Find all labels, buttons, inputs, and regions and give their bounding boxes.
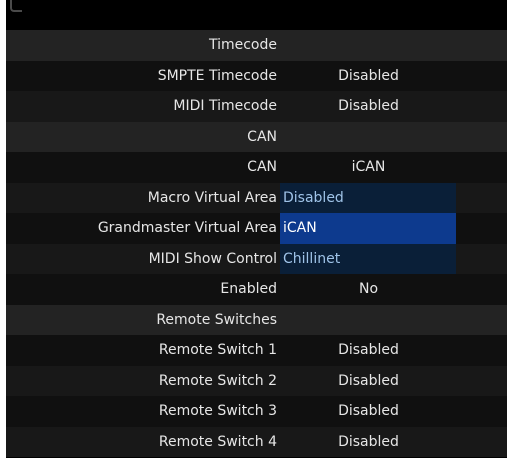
setting-row-remote-switch-4[interactable]: Remote Switch 4 Disabled [6,426,507,458]
setting-row-midi-show-control[interactable]: MIDI Show Control Chillinet [6,243,507,274]
section-header-timecode: Timecode [6,30,507,61]
window-top-strip [6,0,507,30]
setting-label: SMPTE Timecode [157,67,277,84]
setting-label: MIDI Show Control [148,250,277,267]
section-label: Timecode [208,37,277,54]
setting-label: Grandmaster Virtual Area [97,220,277,237]
setting-label: Remote Switch 3 [158,403,277,420]
setting-row-grandmaster-virtual-area[interactable]: Grandmaster Virtual Area iCAN [6,213,507,244]
settings-window: Timecode SMPTE Timecode Disabled MIDI Ti… [6,0,507,458]
setting-label: CAN [247,159,277,176]
setting-label: Remote Switch 1 [158,342,277,359]
setting-row-can[interactable]: CAN iCAN [6,152,507,183]
setting-label: Remote Switch 2 [158,372,277,389]
setting-label: Enabled [220,281,277,298]
dropdown-option-disabled[interactable]: Disabled [280,182,456,213]
setting-label: Macro Virtual Area [147,189,277,206]
corner-bracket-icon [10,0,22,12]
section-header-remote-switches: Remote Switches [6,304,507,335]
setting-row-remote-switch-1[interactable]: Remote Switch 1 Disabled [6,335,507,366]
setting-value[interactable]: Disabled [311,61,426,92]
setting-row-enabled[interactable]: Enabled No [6,274,507,305]
section-label: Remote Switches [156,311,277,328]
dropdown-option-ican-selected[interactable]: iCAN [280,213,456,244]
setting-row-remote-switch-2[interactable]: Remote Switch 2 Disabled [6,365,507,397]
setting-value[interactable]: Disabled [311,335,426,366]
setting-row-midi-timecode[interactable]: MIDI Timecode Disabled [6,91,507,122]
setting-value[interactable]: Disabled [311,366,426,397]
dropdown-option-chillinet[interactable]: Chillinet [280,243,456,274]
setting-value[interactable]: No [311,274,426,305]
setting-value[interactable]: Disabled [311,427,426,458]
setting-value[interactable]: iCAN [311,152,426,183]
setting-value[interactable]: Disabled [311,91,426,122]
setting-value[interactable]: Disabled [311,396,426,427]
setting-label: MIDI Timecode [173,98,277,115]
setting-row-macro-virtual-area[interactable]: Macro Virtual Area Disabled [6,182,507,213]
section-header-can: CAN [6,121,507,152]
setting-label: Remote Switch 4 [158,433,277,450]
settings-table: Timecode SMPTE Timecode Disabled MIDI Ti… [6,30,507,457]
setting-row-smpte-timecode[interactable]: SMPTE Timecode Disabled [6,60,507,92]
section-label: CAN [247,128,277,145]
setting-row-remote-switch-3[interactable]: Remote Switch 3 Disabled [6,396,507,427]
